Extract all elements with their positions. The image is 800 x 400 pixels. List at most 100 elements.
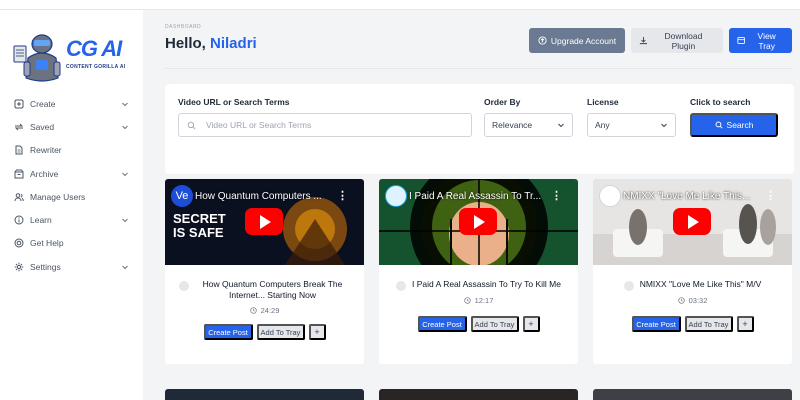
create-post-button[interactable]: Create Post (417, 316, 467, 332)
thumbnail-title: I Paid A Real Assassin To Tr... (409, 191, 542, 202)
video-info: NMIXX "Love Me Like This" M/V 03:32 (593, 279, 792, 309)
sidebar-item-label: Saved (30, 121, 55, 132)
search-panel: Video URL or Search Terms Video URL or S… (165, 84, 794, 174)
logo[interactable]: CG AI CONTENT GORILLA AI (10, 30, 130, 86)
thumbnail-title: NMIXX "Love Me Like This... (623, 191, 751, 202)
sidebar: CG AI CONTENT GORILLA AI Create Saved Re… (0, 10, 143, 400)
sidebar-item-label: Get Help (30, 238, 64, 249)
search-button[interactable]: Search (690, 113, 778, 137)
video-title: I Paid A Real Assassin To Try To Kill Me (412, 279, 561, 289)
select-radio[interactable] (623, 281, 634, 291)
video-duration: 12:17 (463, 296, 493, 305)
add-to-tray-button[interactable]: Add To Tray (684, 316, 733, 332)
breadcrumb: DASHBOARD (165, 24, 202, 30)
chevron-down-icon (122, 102, 128, 106)
sidebar-item-label: Rewriter (30, 145, 62, 156)
sidebar-item-archive[interactable]: Archive (0, 162, 143, 185)
order-by-value: Relevance (492, 120, 533, 130)
select-radio[interactable] (396, 281, 406, 291)
video-card: Ve How Quantum Computers ... ⋮ SECRET IS… (165, 179, 364, 364)
license-label: License (587, 97, 619, 107)
main-content: DASHBOARD Hello, Niladri Upgrade Account… (143, 10, 800, 400)
sidebar-item-rewriter[interactable]: Rewriter (0, 139, 143, 162)
video-info: I Paid A Real Assassin To Try To Kill Me… (379, 279, 578, 309)
video-card-partial (593, 389, 792, 400)
video-title: NMIXX "Love Me Like This" M/V (639, 279, 762, 289)
more-options-icon[interactable]: ⋮ (551, 189, 562, 202)
sidebar-item-label: Settings (30, 261, 61, 272)
create-post-button[interactable]: Create Post (203, 324, 253, 340)
chevron-down-icon (661, 123, 667, 128)
video-card: I Paid A Real Assassin To Tr... ⋮ I Paid… (379, 179, 578, 364)
search-icon (187, 121, 196, 129)
clock-icon (249, 307, 257, 314)
logo-text: CG AI (66, 36, 122, 61)
upgrade-account-button[interactable]: Upgrade Account (529, 28, 625, 53)
sidebar-item-label: Create (30, 98, 56, 109)
sidebar-item-label: Manage Users (30, 191, 86, 202)
add-more-button[interactable]: + (736, 316, 754, 332)
header-divider (165, 68, 792, 69)
download-icon (639, 36, 648, 45)
sidebar-item-get-help[interactable]: Get Help (0, 232, 143, 255)
sidebar-item-settings[interactable]: Settings (0, 255, 143, 278)
sidebar-item-create[interactable]: Create (0, 92, 143, 115)
document-icon (14, 145, 24, 155)
header-actions: Upgrade Account Download Plugin View Tra… (529, 28, 792, 53)
clock-icon (677, 297, 685, 304)
sidebar-nav: Create Saved Rewriter Archive Manage Use… (0, 92, 143, 278)
video-duration: 03:32 (677, 296, 707, 305)
more-options-icon[interactable]: ⋮ (765, 189, 776, 202)
clock-icon (463, 297, 471, 304)
license-select[interactable]: Any (587, 113, 676, 137)
order-by-label: Order By (484, 97, 521, 107)
video-title: How Quantum Computers Break The Internet… (202, 279, 343, 300)
help-icon (14, 238, 24, 248)
chevron-down-icon (122, 265, 128, 269)
user-name: Niladri (210, 35, 257, 52)
add-more-button[interactable]: + (522, 316, 540, 332)
play-icon[interactable] (245, 208, 283, 235)
view-tray-button[interactable]: View Tray (729, 28, 792, 53)
chevron-down-icon (122, 218, 128, 223)
repeat-icon (14, 122, 24, 132)
add-more-button[interactable]: + (308, 324, 326, 340)
chevron-down-icon (558, 123, 564, 128)
click-to-search-label: Click to search (690, 97, 751, 107)
gear-icon (14, 262, 24, 272)
video-actions: Create Post Add To Tray + (165, 324, 364, 340)
video-thumbnail[interactable]: Ve How Quantum Computers ... ⋮ SECRET IS… (165, 179, 364, 265)
search-input[interactable]: Video URL or Search Terms (178, 113, 472, 137)
play-icon[interactable] (673, 208, 711, 235)
video-duration: 24:29 (249, 306, 279, 315)
users-icon (14, 192, 24, 202)
sidebar-item-learn[interactable]: Learn (0, 208, 143, 231)
sidebar-item-saved[interactable]: Saved (0, 115, 143, 138)
gorilla-robot-logo-icon (13, 34, 61, 82)
video-thumbnail[interactable]: NMIXX "Love Me Like This... ⋮ (593, 179, 792, 265)
chevron-down-icon (122, 172, 128, 176)
top-bar (0, 0, 800, 10)
video-thumbnail[interactable]: I Paid A Real Assassin To Tr... ⋮ (379, 179, 578, 265)
plus-square-icon (14, 99, 24, 109)
sidebar-item-manage-users[interactable]: Manage Users (0, 185, 143, 208)
channel-avatar: Ve (171, 185, 193, 207)
video-info: How Quantum Computers Break The Internet… (165, 279, 364, 319)
upgrade-circle-icon (538, 36, 547, 45)
download-plugin-button[interactable]: Download Plugin (631, 28, 723, 53)
logo-subtitle: CONTENT GORILLA AI (66, 64, 126, 70)
order-by-select[interactable]: Relevance (484, 113, 573, 137)
video-actions: Create Post Add To Tray + (379, 316, 578, 332)
add-to-tray-button[interactable]: Add To Tray (470, 316, 519, 332)
thumbnail-overlay-text: SECRET IS SAFE (173, 211, 226, 240)
url-field-label: Video URL or Search Terms (178, 97, 290, 107)
add-to-tray-button[interactable]: Add To Tray (256, 324, 305, 340)
more-options-icon[interactable]: ⋮ (337, 189, 348, 202)
video-card-partial (165, 389, 364, 400)
play-icon[interactable] (459, 208, 497, 235)
create-post-button[interactable]: Create Post (631, 316, 681, 332)
video-actions: Create Post Add To Tray + (593, 316, 792, 332)
search-icon (715, 121, 723, 129)
select-radio[interactable] (179, 281, 189, 291)
video-card: NMIXX "Love Me Like This... ⋮ NMIXX "Lov… (593, 179, 792, 364)
